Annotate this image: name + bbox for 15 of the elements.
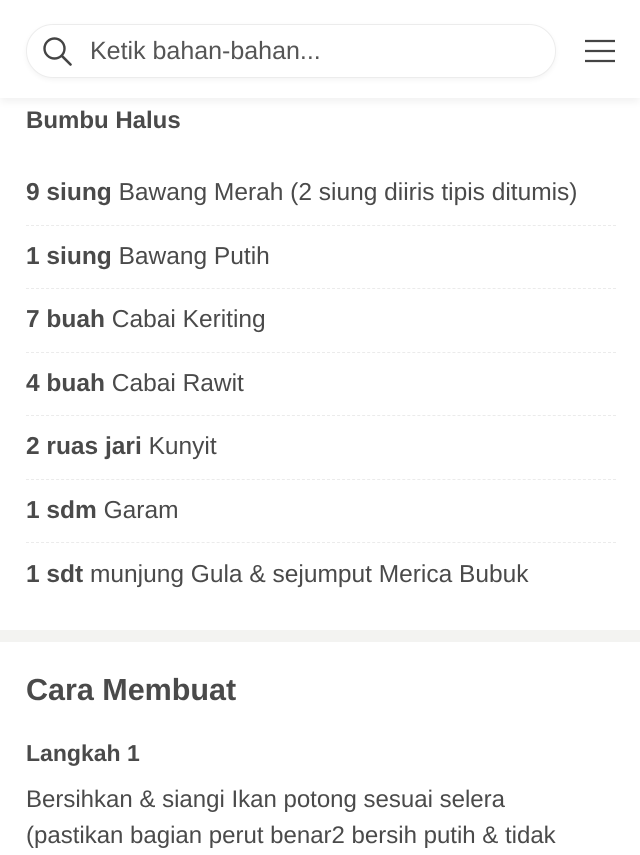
search-icon [42,36,72,66]
section-title: Bumbu Halus [26,106,182,136]
search-field[interactable]: Ketik bahan-bahan... [26,24,556,78]
ingredient-item: 7 buah Cabai Keriting [26,305,266,336]
menu-button[interactable] [584,38,616,64]
ingredient-item: 4 buah Cabai Rawit [26,368,244,399]
section-title: Cara Membuat [26,672,238,708]
ingredient-item: 2 ruas jari Kunyit [26,432,217,462]
step-text: Bersihkan & siangi Ikan potong sesuai selera (pastikan bagian perut benar2 bersih putih & tidak [26,784,557,850]
ingredient-item: 9 siung Bawang Merah (2 siung diiris tipis ditumis) [26,178,578,208]
ingredient-item: 1 siung Bawang Putih [26,242,270,272]
ingredient-item: 1 sdt munjung Gula & sejumput Merica Bubuk [26,560,528,590]
menu-icon [584,39,616,63]
step-title: Langkah 1 [26,738,141,768]
ingredient-item: 1 sdm Garam [26,496,179,526]
